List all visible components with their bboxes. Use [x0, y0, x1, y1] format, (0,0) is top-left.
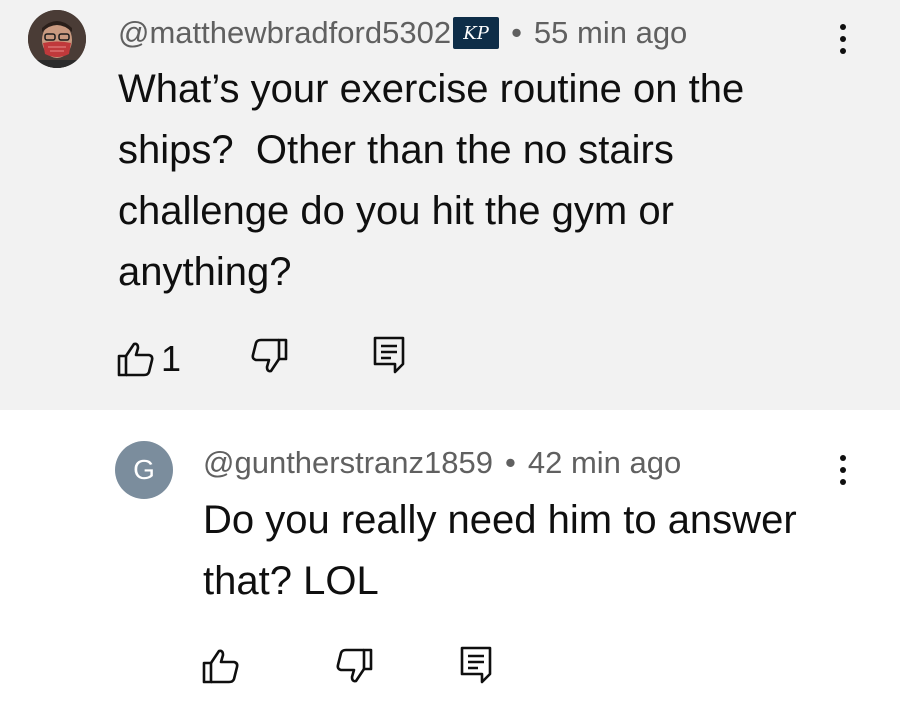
- comment-text: Do you really need him to answer that? L…: [203, 498, 808, 603]
- dislike-button[interactable]: [250, 338, 288, 374]
- thumbs-up-icon: [202, 649, 239, 684]
- avatar[interactable]: [28, 10, 86, 68]
- highlighted-comment: @matthewbradford5302 KP • 55 min ago Wha…: [0, 0, 900, 410]
- thumbs-up-icon: [117, 342, 154, 377]
- reply-button[interactable]: [373, 336, 405, 374]
- like-count: 1: [161, 338, 182, 379]
- more-vert-icon[interactable]: [828, 450, 858, 490]
- reply-button[interactable]: [460, 646, 492, 684]
- avatar-image: [28, 10, 86, 68]
- reply-icon: [373, 336, 405, 374]
- comment-meta: @matthewbradford5302 KP • 55 min ago: [118, 13, 687, 53]
- avatar[interactable]: G: [115, 441, 173, 499]
- author-name[interactable]: @matthewbradford5302: [118, 15, 451, 51]
- separator: •: [511, 15, 522, 50]
- author-name[interactable]: @guntherstranz1859: [203, 445, 493, 481]
- channel-badge: KP: [453, 17, 500, 49]
- more-vert-icon[interactable]: [828, 19, 858, 59]
- thumbs-down-icon: [336, 648, 373, 683]
- like-button[interactable]: 1: [117, 338, 181, 380]
- thumbs-down-icon: [251, 338, 288, 373]
- timestamp[interactable]: 55 min ago: [534, 15, 687, 51]
- dislike-button[interactable]: [335, 648, 373, 684]
- comment-text: What’s your exercise routine on the ship…: [118, 67, 756, 294]
- comment-meta: @guntherstranz1859 • 42 min ago: [203, 443, 681, 483]
- like-button[interactable]: [202, 648, 240, 684]
- separator: •: [505, 445, 516, 480]
- timestamp[interactable]: 42 min ago: [528, 445, 681, 481]
- reply-icon: [460, 646, 492, 684]
